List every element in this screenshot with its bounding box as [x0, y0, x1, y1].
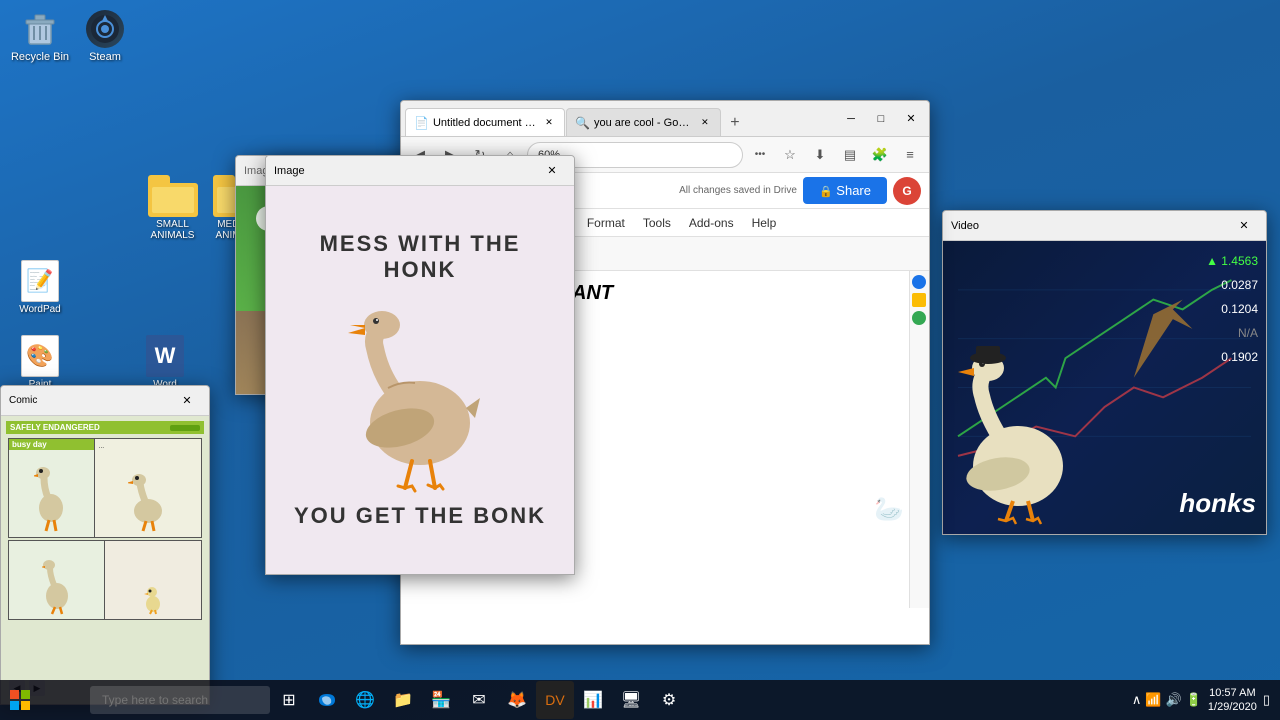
taskbar-folder-icon[interactable]: 📁	[384, 681, 422, 719]
favorites-button[interactable]: ☆	[777, 142, 803, 168]
tab-google-icon: 🔍	[575, 116, 590, 130]
comic-title: SAFELY ENDANGERED	[10, 423, 100, 432]
taskbar-davinci-icon[interactable]: DV	[536, 681, 574, 719]
steam-icon[interactable]: Steam	[70, 5, 140, 67]
meme-window-title: Image	[274, 165, 305, 177]
comic-window-title: Comic	[9, 395, 37, 406]
stock-number-3: 0.1204	[1206, 297, 1258, 321]
video-titlebar: Video ✕	[943, 211, 1266, 241]
gdocs-share-button[interactable]: 🔒 Share	[803, 177, 887, 204]
menu-addons[interactable]: Add-ons	[681, 216, 742, 230]
menu-tools[interactable]: Tools	[635, 216, 679, 230]
comic-close-button[interactable]: ✕	[173, 390, 201, 412]
taskbar: ⊞ 🌐 📁 🏪 ✉ 🦊 DV 📊 🖥 ⚙ ∧ 📶 🔊 🔋 10:57 AM	[0, 680, 1280, 720]
stock-number-5: 0.1902	[1206, 345, 1258, 369]
tray-up-arrow[interactable]: ∧	[1132, 692, 1142, 708]
browser-titlebar: 📄 Untitled document - G... ✕ 🔍 you are c…	[401, 101, 929, 137]
browser-maximize-button[interactable]: □	[867, 108, 895, 130]
meme-content: MESS WITH THE HONK	[266, 186, 574, 574]
volume-icon[interactable]: 🔊	[1166, 692, 1182, 708]
show-desktop-button[interactable]: ▯	[1263, 692, 1270, 708]
task-view-button[interactable]: ⊞	[270, 681, 308, 719]
meme-titlebar: Image ✕	[266, 156, 574, 186]
meme-bottom-text: YOU GET THE BONK	[294, 503, 546, 529]
desktop: Recycle Bin Steam SMALL ANIMAL	[0, 0, 1280, 720]
clock[interactable]: 10:57 AM 1/29/2020	[1208, 686, 1257, 715]
gdocs-avatar[interactable]: G	[893, 177, 921, 205]
taskbar-explorer-icon[interactable]	[308, 681, 346, 719]
small-animals-folder[interactable]: SMALL ANIMALS	[135, 175, 210, 241]
meme-top-text: MESS WITH THE HONK	[286, 231, 554, 283]
wordpad-label: WordPad	[19, 304, 61, 315]
goose-meme-window: Image ✕ MESS WITH THE HONK	[265, 155, 575, 575]
sidebar-yellow-item[interactable]	[912, 293, 926, 307]
start-button[interactable]	[0, 680, 40, 720]
video-content: ▲ 1.4563 0.0287 0.1204 N/A 0.1902 honks	[943, 241, 1266, 534]
tab-gdocs-close[interactable]: ✕	[542, 116, 556, 130]
new-tab-button[interactable]: +	[722, 110, 748, 136]
share-button-label: Share	[836, 183, 871, 198]
tab-google[interactable]: 🔍 you are cool - Google S ✕	[566, 108, 721, 136]
stock-number-4: N/A	[1206, 321, 1258, 345]
browser-minimize-button[interactable]: ─	[837, 108, 865, 130]
recycle-bin-icon[interactable]: Recycle Bin	[5, 5, 75, 67]
taskbar-store-icon[interactable]: 🏪	[422, 681, 460, 719]
docs-sidebar	[909, 271, 929, 608]
browser-tabs: 📄 Untitled document - G... ✕ 🔍 you are c…	[405, 101, 833, 136]
stock-numbers: ▲ 1.4563 0.0287 0.1204 N/A 0.1902	[1206, 249, 1258, 369]
comic-subtitle: busy day	[9, 439, 94, 450]
tab-google-label: you are cool - Google S	[594, 117, 694, 129]
date-display: 1/29/2020	[1208, 700, 1257, 714]
wordpad-icon[interactable]: 📝 WordPad	[10, 260, 70, 315]
meme-close-button[interactable]: ✕	[538, 160, 566, 182]
browser-close-button[interactable]: ✕	[897, 108, 925, 130]
paint-icon[interactable]: 🎨 Paint	[10, 335, 70, 390]
more-options-button[interactable]: •••	[747, 142, 773, 168]
steam-label: Steam	[89, 51, 121, 63]
tab-gdocs[interactable]: 📄 Untitled document - G... ✕	[405, 108, 565, 136]
gdocs-save-status: All changes saved in Drive	[679, 185, 797, 196]
taskbar-search[interactable]	[90, 686, 270, 714]
browser-settings-button[interactable]: ≡	[897, 142, 923, 168]
stock-number-1: ▲ 1.4563	[1206, 249, 1258, 273]
video-title: Video	[951, 220, 979, 232]
system-tray-icons: ∧ 📶 🔊 🔋	[1132, 692, 1202, 708]
taskbar-right: ∧ 📶 🔊 🔋 10:57 AM 1/29/2020 ▯	[1132, 686, 1280, 715]
tab-gdocs-icon: 📄	[414, 116, 429, 130]
comic-window: Comic ✕ SAFELY ENDANGERED busy day	[0, 385, 210, 705]
sidebar-green-item[interactable]	[912, 311, 926, 325]
word-icon[interactable]: W Word	[135, 335, 195, 390]
network-icon[interactable]: 📶	[1145, 692, 1161, 708]
taskbar-settings-icon[interactable]: ⚙	[650, 681, 688, 719]
comic-content: SAFELY ENDANGERED busy day	[1, 416, 209, 704]
comic-titlebar: Comic ✕	[1, 386, 209, 416]
stock-number-2: 0.0287	[1206, 273, 1258, 297]
video-window: Video ✕	[942, 210, 1267, 535]
menu-format[interactable]: Format	[579, 216, 633, 230]
small-animals-label: SMALL ANIMALS	[135, 219, 210, 241]
time-display: 10:57 AM	[1208, 686, 1257, 700]
stock-background: ▲ 1.4563 0.0287 0.1204 N/A 0.1902 honks	[943, 241, 1266, 534]
battery-icon[interactable]: 🔋	[1186, 692, 1202, 708]
recycle-bin-label: Recycle Bin	[11, 51, 69, 63]
menu-help[interactable]: Help	[744, 216, 785, 230]
taskbar-firefox-icon[interactable]: 🦊	[498, 681, 536, 719]
extensions-button[interactable]: 🧩	[867, 142, 893, 168]
honks-label: honks	[1179, 488, 1256, 519]
tab-gdocs-label: Untitled document - G...	[433, 117, 538, 129]
taskbar-mail-icon[interactable]: ✉	[460, 681, 498, 719]
taskbar-excel-icon[interactable]: 📊	[574, 681, 612, 719]
downloads-button[interactable]: ⬇	[807, 142, 833, 168]
goose-cursor-decoration: 🦢	[874, 495, 904, 524]
goose-svg	[340, 293, 500, 493]
taskbar-edge-icon[interactable]: 🌐	[346, 681, 384, 719]
tab-google-close[interactable]: ✕	[698, 116, 712, 130]
collections-button[interactable]: ▤	[837, 142, 863, 168]
video-close-button[interactable]: ✕	[1230, 215, 1258, 237]
share-lock-icon: 🔒	[819, 186, 833, 198]
sidebar-blue-dot[interactable]	[912, 275, 926, 289]
taskbar-display-icon[interactable]: 🖥	[612, 681, 650, 719]
